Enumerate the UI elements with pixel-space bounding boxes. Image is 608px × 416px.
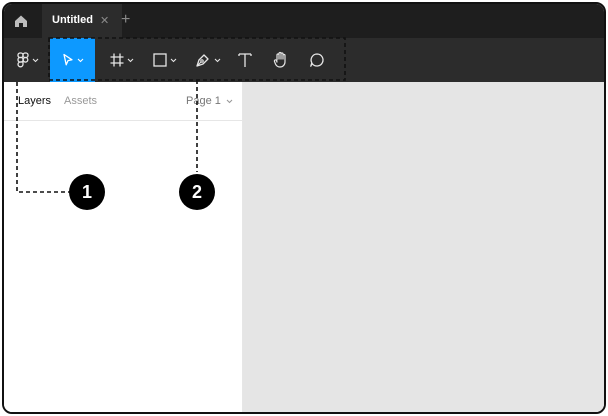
toolbar-highlight-box xyxy=(48,37,346,81)
callout-badge-1: 1 xyxy=(69,174,105,210)
callout-line-1 xyxy=(16,82,69,193)
callout-badge-2: 2 xyxy=(179,174,215,210)
